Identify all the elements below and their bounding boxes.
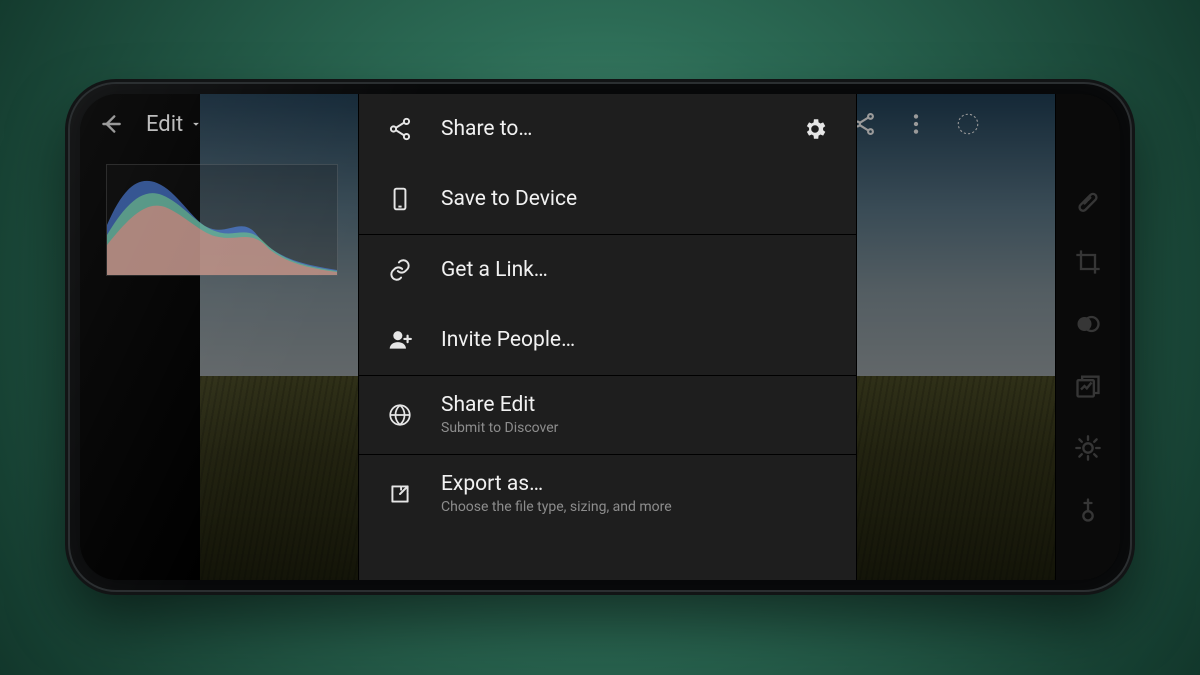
settings-icon[interactable] (802, 116, 828, 142)
menu-item-label: Share to… (441, 116, 532, 142)
menu-item-label: Export as… (441, 471, 672, 497)
device-icon (387, 186, 413, 212)
menu-item-sublabel: Choose the file type, sizing, and more (441, 499, 672, 517)
more-icon[interactable] (903, 111, 929, 137)
sync-icon[interactable] (955, 111, 981, 137)
menu-item-share-edit[interactable]: Share Edit Submit to Discover (359, 375, 856, 454)
menu-item-sublabel: Submit to Discover (441, 420, 558, 438)
back-icon[interactable] (98, 111, 124, 137)
menu-item-label: Invite People… (441, 327, 575, 353)
presets-icon[interactable] (1074, 372, 1102, 400)
menu-item-get-link[interactable]: Get a Link… (359, 234, 856, 305)
phone-frame: Edit (70, 84, 1130, 590)
app-root: Edit (80, 94, 1120, 580)
tool-rail (1055, 94, 1120, 580)
screen: Edit (80, 94, 1120, 580)
globe-icon (387, 402, 413, 428)
menu-item-label: Share Edit (441, 392, 558, 418)
share-icon (387, 116, 413, 142)
menu-item-share-to[interactable]: Share to… (359, 94, 856, 164)
masking-icon[interactable] (1074, 310, 1102, 338)
heal-icon[interactable] (1074, 186, 1102, 214)
screen-title[interactable]: Edit (146, 112, 203, 137)
stage: Edit (0, 0, 1200, 675)
histogram (106, 164, 338, 276)
menu-item-export-as[interactable]: Export as… Choose the file type, sizing,… (359, 454, 856, 533)
menu-item-invite-people[interactable]: Invite People… (359, 305, 856, 375)
photo-area: Edit (80, 94, 1055, 580)
screen-title-label: Edit (146, 112, 183, 137)
export-icon (387, 481, 413, 507)
light-icon[interactable] (1074, 434, 1102, 462)
share-menu: Share to… Save to (358, 94, 857, 580)
crop-icon[interactable] (1074, 248, 1102, 276)
menu-item-label: Save to Device (441, 186, 577, 212)
menu-item-save-to-device[interactable]: Save to Device (359, 164, 856, 234)
color-temp-icon[interactable] (1074, 496, 1102, 524)
invite-people-icon (387, 327, 413, 353)
link-icon (387, 257, 413, 283)
menu-item-label: Get a Link… (441, 257, 548, 283)
